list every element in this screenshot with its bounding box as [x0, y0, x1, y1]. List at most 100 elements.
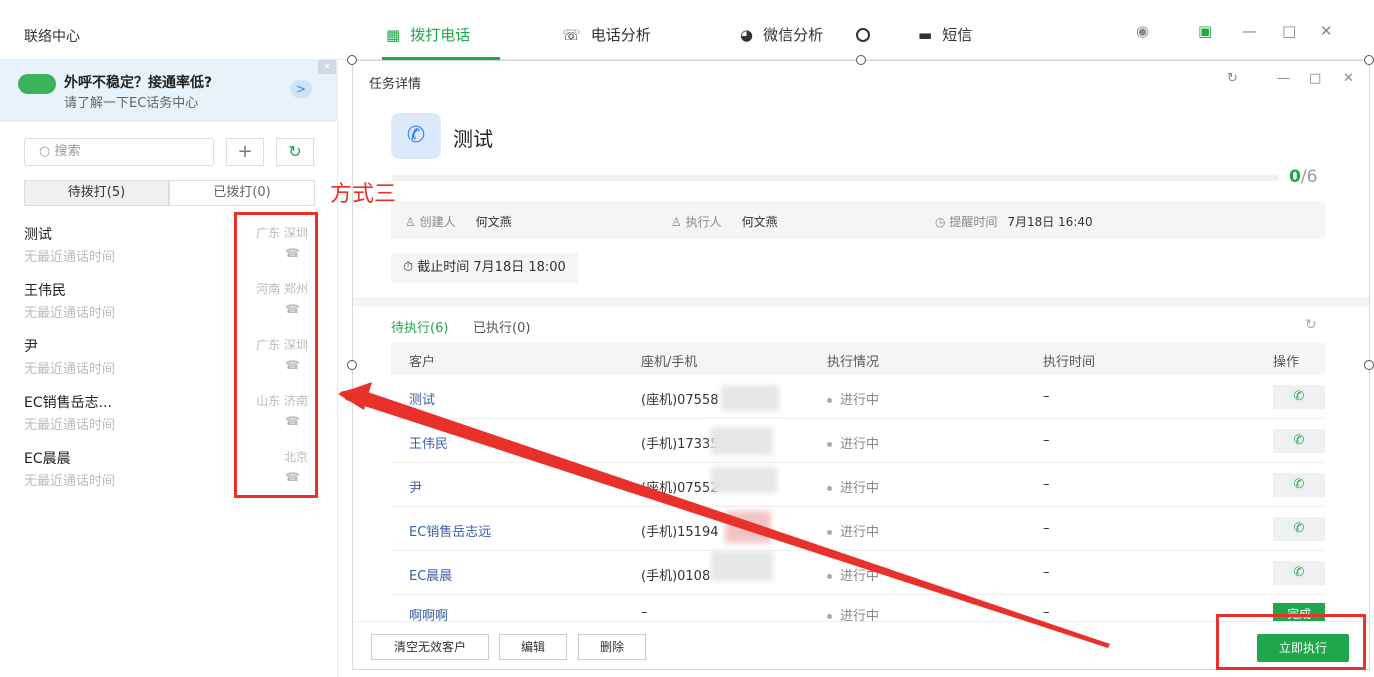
delete-button[interactable]: 删除 — [578, 634, 646, 660]
promo-banner[interactable]: 外呼不稳定？接通率低? 请了解一下EC话务中心 > × — [0, 60, 338, 122]
highlight-box-contacts — [234, 212, 318, 498]
contact-last-call: 无最近通话时间 — [24, 306, 116, 321]
list-refresh-icon[interactable]: ↻ — [1305, 317, 1317, 333]
minimize-icon[interactable]: — — [1242, 22, 1257, 40]
dialog-maximize-icon[interactable]: □ — [1309, 71, 1321, 86]
redacted-mask — [721, 385, 779, 411]
column-customer: 客户 — [409, 355, 436, 370]
resize-handle[interactable] — [347, 360, 357, 370]
customer-link[interactable]: EC晨晨 — [409, 565, 452, 584]
tab-dial[interactable]: ▦ 拨打电话 — [386, 24, 470, 45]
exec-time: – — [1043, 521, 1050, 536]
tab-dial-label: 拨打电话 — [410, 26, 471, 44]
column-phone: 座机/手机 — [641, 355, 698, 370]
exec-time: – — [1043, 565, 1050, 580]
wechat-icon: ◕ — [740, 25, 754, 44]
add-contact-button[interactable]: + — [226, 138, 264, 166]
maximize-icon[interactable]: □ — [1282, 22, 1296, 40]
subtab-pending[interactable]: 待执行(6) — [391, 317, 448, 336]
user-icon: ♙ — [671, 215, 682, 229]
status-text: 进行中 — [840, 525, 880, 540]
task-info-bar: ♙ 创建人 何文燕 ♙ 执行人 何文燕 ◷ 提醒时间 7月18日 16:40 — [391, 201, 1325, 239]
resize-handle[interactable] — [856, 55, 866, 65]
status: 进行中 — [827, 521, 879, 540]
call-analysis-icon: ☏ — [562, 25, 581, 44]
executor-label: 执行人 — [685, 215, 722, 229]
edit-button[interactable]: 编辑 — [499, 634, 567, 660]
table-row: 测试 (座机)07558 进行中 – ✆ — [391, 375, 1325, 419]
phone-icon: ✆ — [1293, 389, 1305, 404]
creator-info: ♙ 创建人 何文燕 — [405, 213, 512, 230]
dialog-title: 任务详情 — [369, 77, 422, 92]
exec-time: – — [1043, 477, 1050, 492]
customer-link[interactable]: 王伟民 — [409, 433, 448, 452]
call-button[interactable]: ✆ — [1273, 561, 1325, 585]
banner-close-icon[interactable]: × — [318, 60, 336, 74]
clock-icon: ◷ — [935, 215, 946, 229]
contact-name: 王伟民 — [24, 283, 66, 299]
rotate-handle[interactable] — [856, 28, 870, 42]
table-row: EC销售岳志远 (手机)15194 进行中 – ✆ — [391, 507, 1325, 551]
status-text: 进行中 — [840, 393, 880, 408]
customer-link[interactable]: EC销售岳志远 — [409, 521, 491, 540]
table-header: 客户 座机/手机 执行情况 执行时间 操作 — [391, 343, 1325, 375]
eye-icon[interactable]: ◉ — [1136, 22, 1149, 40]
status: 进行中 — [827, 477, 879, 496]
exec-time: – — [1043, 605, 1050, 620]
customer-link[interactable]: 测试 — [409, 389, 435, 408]
customer-link[interactable]: 尹 — [409, 477, 422, 496]
call-button[interactable]: ✆ — [1273, 473, 1325, 497]
status-text: 进行中 — [840, 437, 880, 452]
status-text: 进行中 — [840, 481, 880, 496]
remind-label: 提醒时间 — [949, 215, 998, 229]
tab-call-analysis[interactable]: ☏ 电话分析 — [562, 24, 651, 45]
contact-name: 测试 — [24, 227, 52, 243]
banner-arrow-icon[interactable]: > — [290, 80, 312, 98]
search-input[interactable]: ○ 搜索 — [24, 138, 214, 166]
close-icon[interactable]: ✕ — [1320, 22, 1333, 40]
screen-icon[interactable]: ▣ — [1198, 22, 1212, 40]
phone-icon: ✆ — [1293, 521, 1305, 536]
phone-icon: ✆ — [1293, 477, 1305, 492]
dialog-minimize-icon[interactable]: — — [1277, 71, 1290, 86]
exec-time: – — [1043, 389, 1050, 404]
user-icon: ♙ — [405, 215, 416, 229]
sync-icon[interactable]: ↻ — [276, 138, 314, 166]
section-divider — [353, 297, 1369, 307]
deadline-text: 截止时间 7月18日 18:00 — [417, 260, 566, 275]
dialog-close-icon[interactable]: ✕ — [1343, 71, 1354, 86]
exec-time: – — [1043, 433, 1050, 448]
app-title: 联络中心 — [24, 29, 80, 45]
column-status: 执行情况 — [827, 355, 880, 370]
contact-name: EC销售岳志... — [24, 395, 112, 411]
keypad-icon: ▦ — [386, 25, 401, 44]
call-button[interactable]: ✆ — [1273, 429, 1325, 453]
subtab-done[interactable]: 已执行(0) — [473, 317, 530, 336]
redacted-mask — [725, 511, 771, 543]
stopwatch-icon: ⏱ — [403, 260, 414, 275]
call-button[interactable]: ✆ — [1273, 385, 1325, 409]
tab-sms[interactable]: ▬ 短信 — [918, 24, 972, 45]
search-icon: ○ — [39, 144, 51, 159]
contact-last-call: 无最近通话时间 — [24, 250, 116, 265]
task-detail-dialog: 任务详情 ↻ — □ ✕ ✆ 测试 0/6 ♙ 创建人 何文燕 ♙ 执行人 何文燕 … — [352, 60, 1370, 670]
highlight-box-execute — [1216, 614, 1366, 670]
tab-sms-label: 短信 — [942, 26, 973, 44]
call-button[interactable]: ✆ — [1273, 517, 1325, 541]
resize-handle[interactable] — [1364, 55, 1374, 65]
refresh-icon[interactable]: ↻ — [1227, 71, 1238, 86]
clear-invalid-button[interactable]: 清空无效客户 — [371, 634, 489, 660]
resize-handle[interactable] — [347, 55, 357, 65]
phone-icon: ✆ — [1293, 565, 1305, 580]
tab-wechat-analysis[interactable]: ◕ 微信分析 — [740, 24, 823, 45]
phone-number: (座机)07552 — [641, 481, 719, 496]
progress-total: /6 — [1300, 167, 1318, 187]
sms-icon: ▬ — [918, 25, 933, 44]
resize-handle[interactable] — [1364, 360, 1374, 370]
segment-pending[interactable]: 待拨打(5) — [24, 180, 169, 206]
table-row: 尹 (座机)07552 进行中 – ✆ — [391, 463, 1325, 507]
segment-dialed[interactable]: 已拨打(0) — [169, 180, 315, 206]
phone-task-icon: ✆ — [391, 113, 441, 159]
column-time: 执行时间 — [1043, 355, 1096, 370]
phone-icon: ✆ — [1293, 433, 1305, 448]
